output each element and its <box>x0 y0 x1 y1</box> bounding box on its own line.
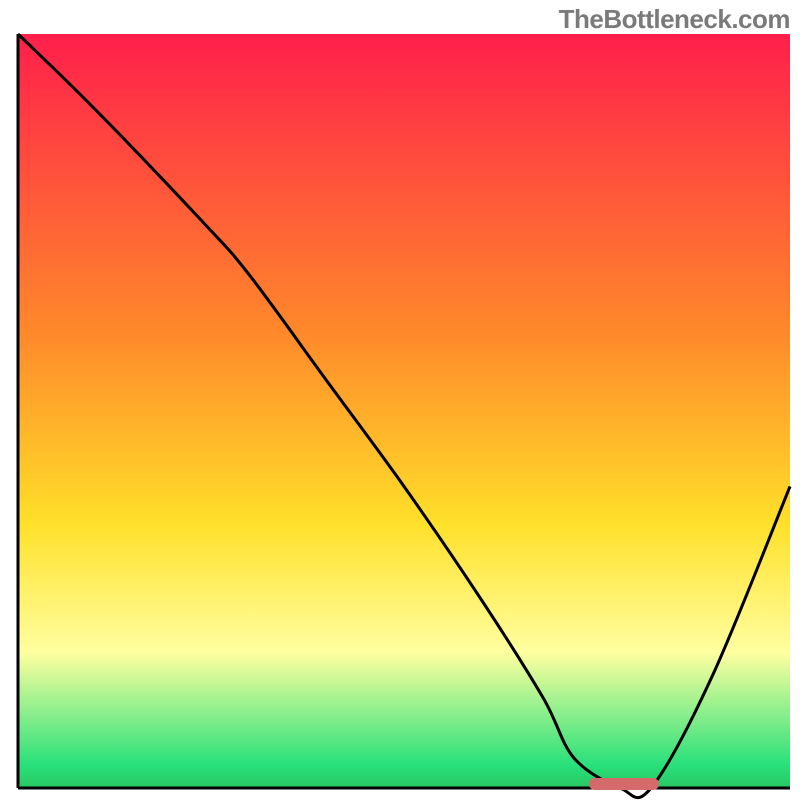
optimal-range-marker <box>589 778 658 790</box>
bottleneck-curve <box>0 0 800 800</box>
curve-path <box>18 34 790 798</box>
watermark-text: TheBottleneck.com <box>559 4 790 35</box>
bottleneck-chart: TheBottleneck.com <box>0 0 800 800</box>
